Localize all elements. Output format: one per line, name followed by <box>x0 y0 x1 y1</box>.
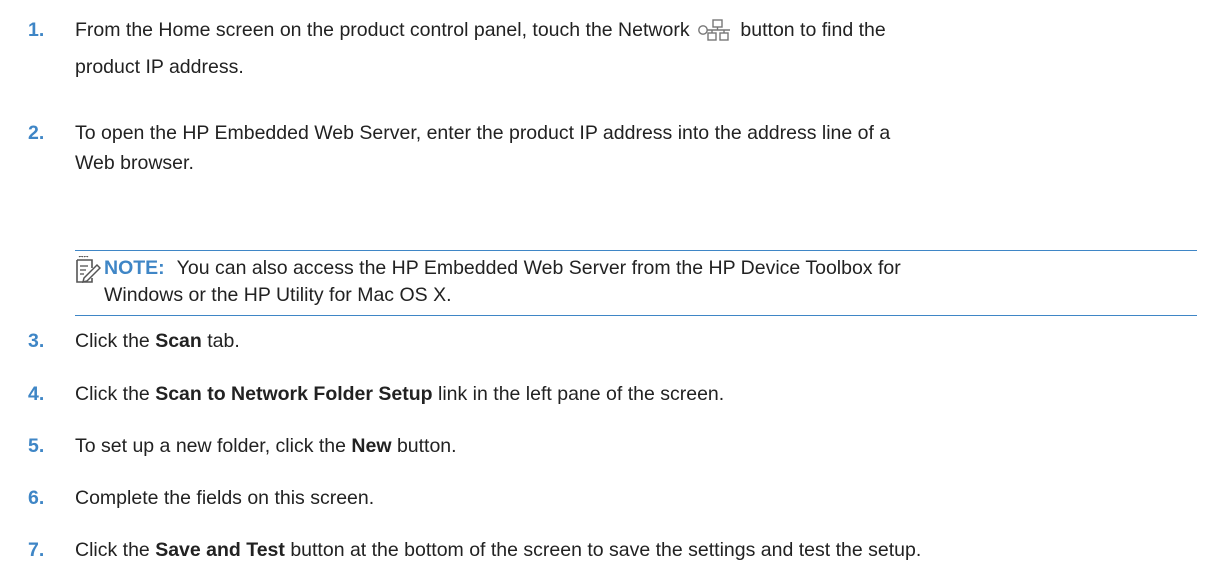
step-7: 7. Click the Save and Test button at the… <box>28 532 1189 569</box>
step-text-bold: Scan <box>155 330 202 352</box>
step-text: To set up a new folder, click the New bu… <box>75 428 1189 465</box>
step-text-post: button at the bottom of the screen to sa… <box>290 539 922 561</box>
step-5: 5. To set up a new folder, click the New… <box>28 428 1189 465</box>
step-number: 2. <box>28 122 45 144</box>
note-line2-wrap: Windows or the HP Utility for Mac OS X. <box>104 282 452 309</box>
step-number: 3. <box>28 330 45 352</box>
step-text-post: tab. <box>207 330 240 352</box>
step-number: 4. <box>28 383 45 405</box>
step-text-line1: To open the HP Embedded Web Server, ente… <box>75 122 891 144</box>
step-number: 5. <box>28 435 45 457</box>
network-icon <box>697 17 731 41</box>
step-text-line2: product IP address. <box>75 56 244 78</box>
step-text-bold: New <box>351 435 392 457</box>
step-text-pre: To set up a new folder, click the <box>75 435 346 457</box>
step-text: Click the Scan to Network Folder Setup l… <box>75 376 1189 413</box>
step-text-post: button. <box>396 435 457 457</box>
step-2: 2. To open the HP Embedded Web Server, e… <box>28 118 1189 178</box>
step-4: 4. Click the Scan to Network Folder Setu… <box>28 376 1189 413</box>
step-number: 6. <box>28 487 45 509</box>
note-pencil-icon <box>75 255 102 284</box>
step-1: 1. From the Home screen on the product c… <box>28 12 1189 86</box>
step-text: Click the Scan tab. <box>75 323 1189 360</box>
note-line1: You can also access the HP Embedded Web … <box>176 257 901 279</box>
step-text-line2: Web browser. <box>75 152 194 174</box>
step-text-bold: Scan to Network Folder Setup <box>155 383 433 405</box>
step-number: 7. <box>28 539 45 561</box>
step-6: 6. Complete the fields on this screen. <box>28 480 1189 517</box>
step-text: From the Home screen on the product cont… <box>75 12 1189 86</box>
step-text-pre: Click the <box>75 330 150 352</box>
note-label: NOTE: <box>104 257 165 279</box>
note-box: NOTE: You can also access the HP Embedded… <box>75 250 1197 316</box>
step-text: To open the HP Embedded Web Server, ente… <box>75 118 1189 178</box>
step-text: Complete the fields on this screen. <box>75 487 375 509</box>
step-3: 3. Click the Scan tab. <box>28 323 1189 360</box>
step-text-bold: Save and Test <box>155 539 285 561</box>
step-number: 1. <box>28 19 45 41</box>
note-body: NOTE: You can also access the HP Embedded… <box>104 255 1177 282</box>
step-text: Click the Save and Test button at the bo… <box>75 532 1189 569</box>
instruction-document: 1. From the Home screen on the product c… <box>0 0 1209 577</box>
step-text-before-icon: From the Home screen on the product cont… <box>75 19 690 41</box>
step-text-pre: Click the <box>75 383 150 405</box>
step-text-pre: Click the <box>75 539 150 561</box>
step-text-post: link in the left pane of the screen. <box>438 383 725 405</box>
note-line2: Windows or the HP Utility for Mac OS X. <box>104 284 452 306</box>
step-text-after-icon: button to find the <box>740 19 886 41</box>
